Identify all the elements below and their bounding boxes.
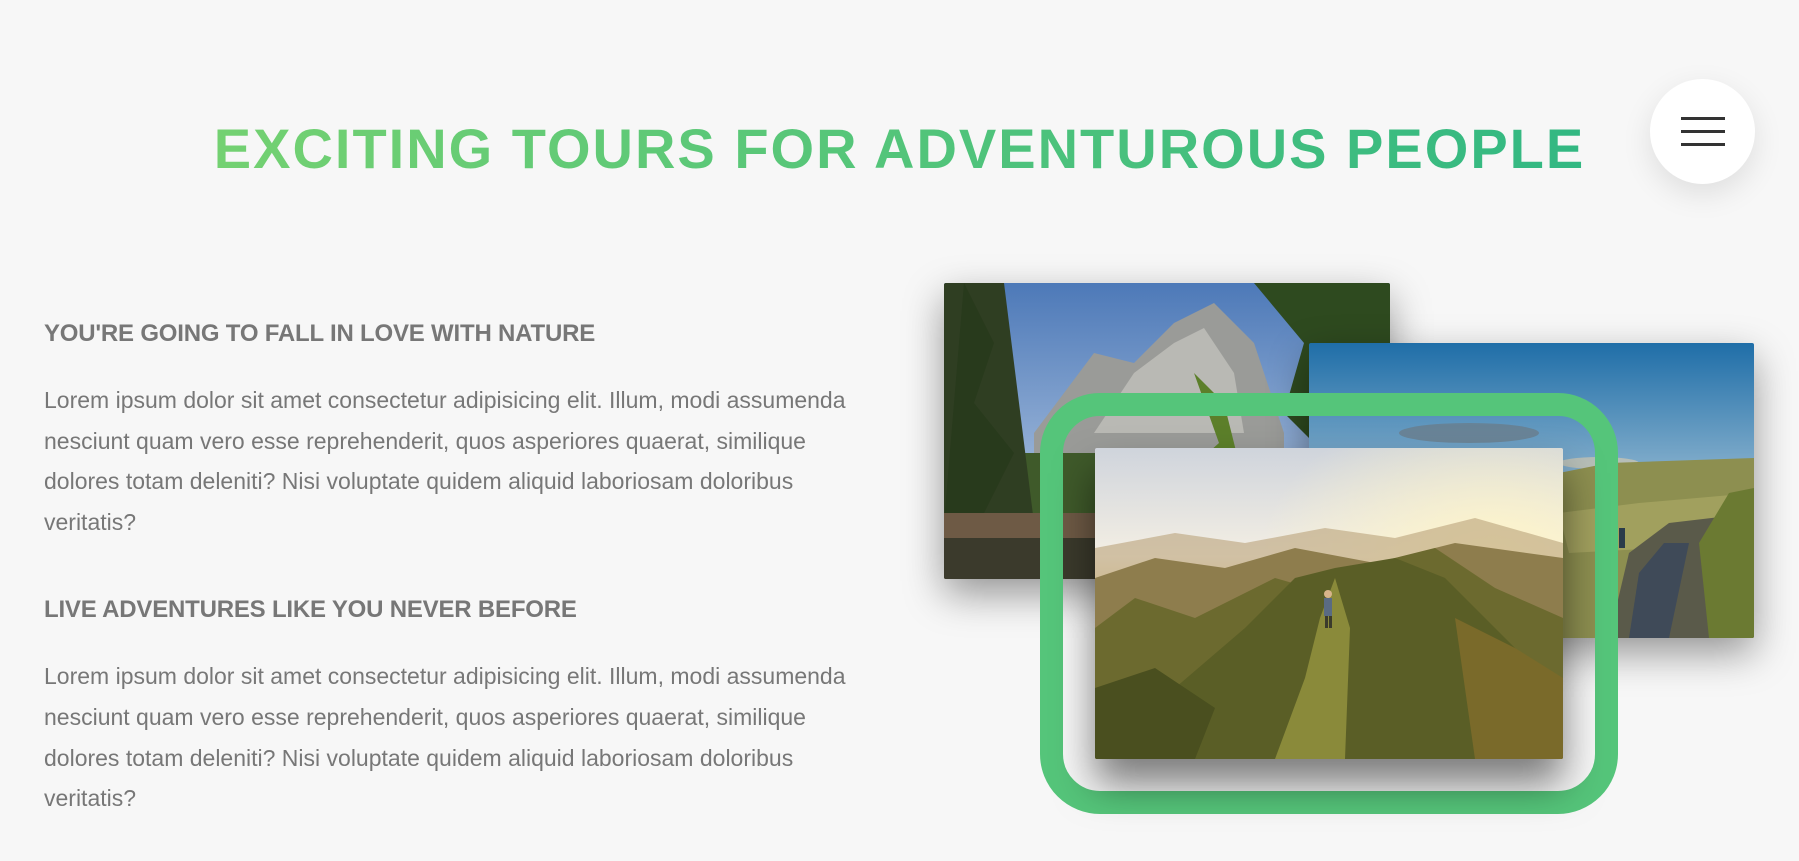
page: EXCITING TOURS FOR ADVENTUROUS PEOPLE YO…: [0, 0, 1799, 861]
navigation-menu-button[interactable]: [1650, 79, 1755, 184]
feature-paragraph: Lorem ipsum dolor sit amet consectetur a…: [44, 387, 846, 535]
hamburger-menu-icon: [1681, 117, 1725, 146]
feature-heading: LIVE ADVENTURES LIKE YOU NEVER BEFORE: [44, 596, 577, 624]
features-text-column: YOU'RE GOING TO FALL IN LOVE WITH NATURE…: [44, 318, 864, 819]
mountain-ridge-hiker-photo[interactable]: [1095, 448, 1563, 759]
feature-heading: YOU'RE GOING TO FALL IN LOVE WITH NATURE: [44, 320, 596, 347]
section-title: EXCITING TOURS FOR ADVENTUROUS PEOPLE: [0, 117, 1799, 181]
feature-paragraph: Lorem ipsum dolor sit amet consectetur a…: [44, 663, 846, 812]
